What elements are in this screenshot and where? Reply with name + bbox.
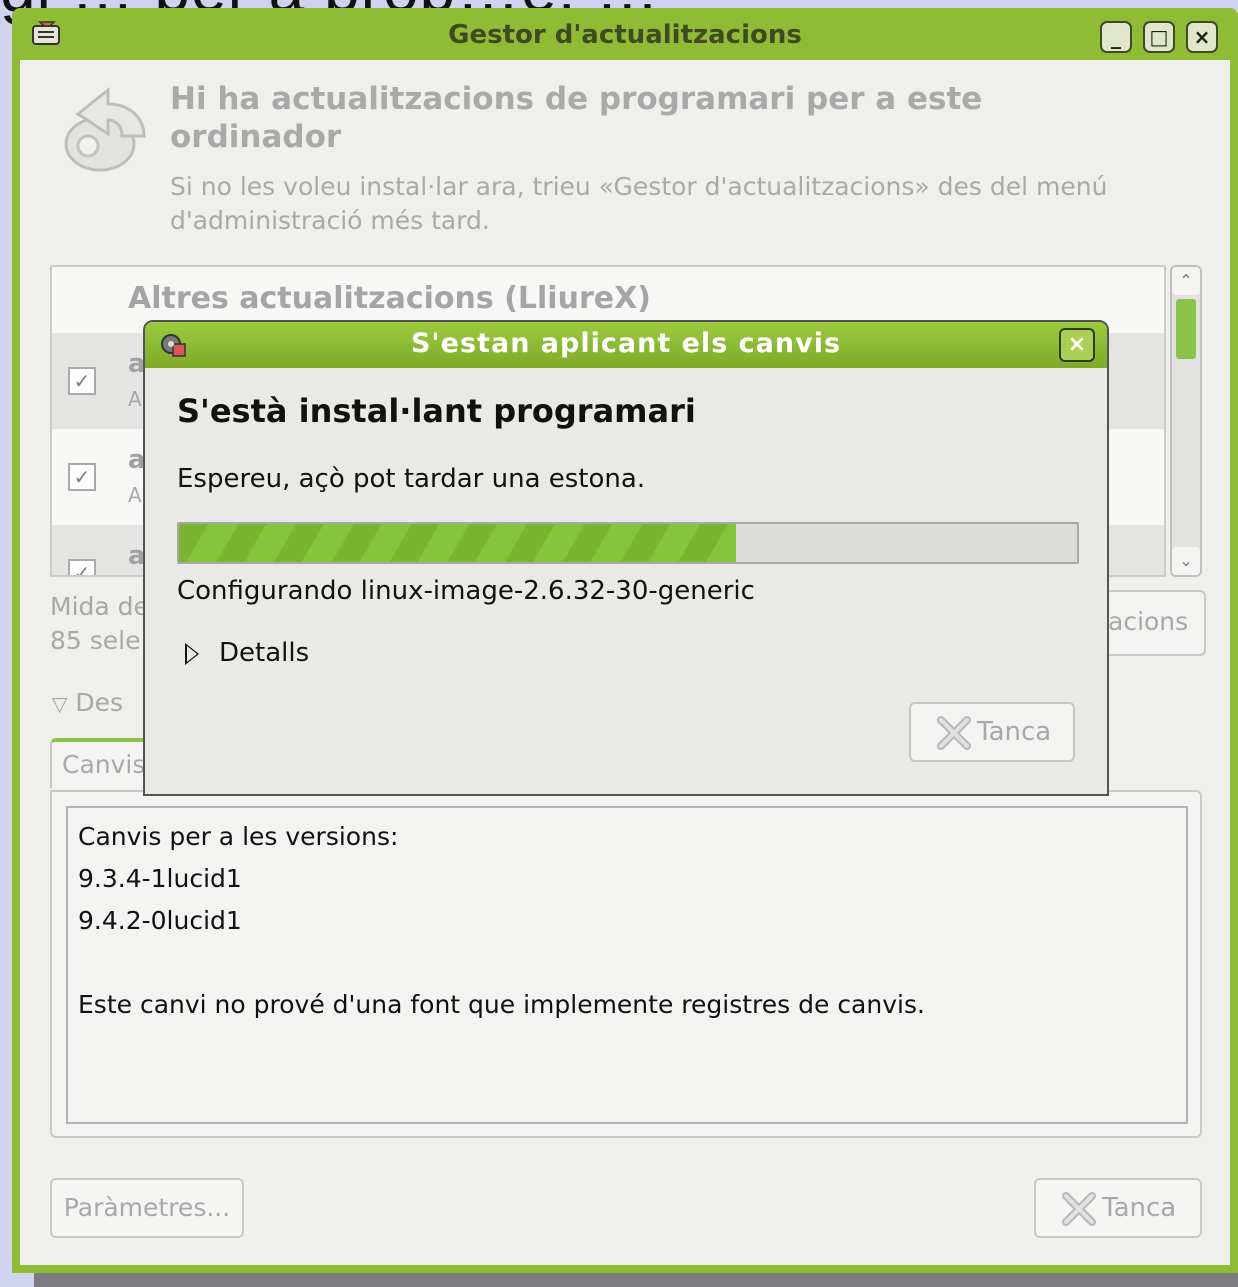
progress-status-text: Configurando linux-image-2.6.32-30-gener…	[177, 576, 755, 606]
description-expander[interactable]: ▽ Des	[52, 688, 123, 717]
maximize-button[interactable]: □	[1143, 21, 1175, 53]
close-x-icon	[937, 715, 971, 750]
tab-changes-label: Canvis	[62, 750, 146, 779]
details-label: Detalls	[219, 638, 310, 668]
scrollbar-thumb[interactable]	[1176, 299, 1196, 359]
details-expander[interactable]: Detalls	[185, 638, 309, 668]
package-description: A	[128, 483, 142, 507]
close-button-label: Tanca	[1102, 1193, 1177, 1223]
minimize-button[interactable]: _	[1100, 21, 1132, 53]
package-description: A	[128, 387, 142, 411]
download-size-label: Mida de	[50, 592, 149, 621]
close-x-icon	[1062, 1191, 1096, 1226]
main-titlebar[interactable]: Gestor d'actualitzacions _ □ ×	[12, 8, 1238, 60]
dialog-close-icon[interactable]: ×	[1059, 328, 1095, 362]
software-update-icon	[64, 86, 146, 172]
close-window-button[interactable]: ×	[1186, 21, 1218, 53]
dialog-titlebar[interactable]: S'estan aplicant els canvis ×	[145, 322, 1107, 368]
main-window-title: Gestor d'actualitzacions	[448, 20, 802, 50]
changes-line: Canvis per a les versions:	[78, 822, 399, 851]
dialog-heading: S'està instal·lant programari	[177, 392, 696, 430]
changes-line: 9.4.2-0lucid1	[78, 906, 242, 935]
changes-notebook: Canvis per a les versions: 9.3.4-1lucid1…	[50, 790, 1202, 1138]
header-title: Hi ha actualitzacions de programari per …	[170, 81, 983, 155]
close-button[interactable]: Tanca	[1034, 1178, 1202, 1238]
applying-changes-dialog: S'estan aplicant els canvis × S'està ins…	[143, 320, 1109, 796]
selected-count-label: 85 sele	[50, 626, 141, 655]
dialog-close-button[interactable]: Tanca	[909, 702, 1075, 762]
tab-changes[interactable]: Canvis	[50, 738, 156, 788]
changes-line: 9.3.4-1lucid1	[78, 864, 242, 893]
expander-arrow-icon: ▽	[52, 692, 68, 716]
dialog-message: Espereu, açò pot tardar una estona.	[177, 464, 646, 494]
changes-text-view[interactable]: Canvis per a les versions: 9.3.4-1lucid1…	[66, 806, 1188, 1124]
settings-button[interactable]: Paràmetres...	[50, 1178, 244, 1238]
update-checkbox[interactable]: ✓	[68, 559, 96, 575]
list-scrollbar[interactable]: ⌃ ⌄	[1170, 265, 1202, 577]
download-size-info: Mida de 85 sele	[50, 590, 149, 658]
dialog-close-button-label: Tanca	[977, 717, 1052, 747]
scroll-down-arrow-icon[interactable]: ⌄	[1172, 547, 1200, 575]
changes-line: Este canvi no prové d'una font que imple…	[78, 990, 925, 1019]
list-section-header: Altres actualitzacions (LliureX)	[128, 281, 651, 316]
header-subtitle: Si no les voleu instal·lar ara, trieu «G…	[170, 172, 1108, 235]
expander-triangle-icon	[185, 642, 199, 665]
scroll-up-arrow-icon[interactable]: ⌃	[1172, 267, 1200, 295]
install-updates-button[interactable]: acions	[1100, 590, 1206, 656]
changes-line	[78, 942, 1176, 984]
progress-fill	[179, 524, 736, 562]
description-expander-label: Des	[75, 688, 123, 717]
update-checkbox[interactable]: ✓	[68, 367, 96, 395]
dialog-title: S'estan aplicant els canvis	[410, 328, 842, 359]
install-progress-bar	[177, 522, 1079, 564]
update-checkbox[interactable]: ✓	[68, 463, 96, 491]
